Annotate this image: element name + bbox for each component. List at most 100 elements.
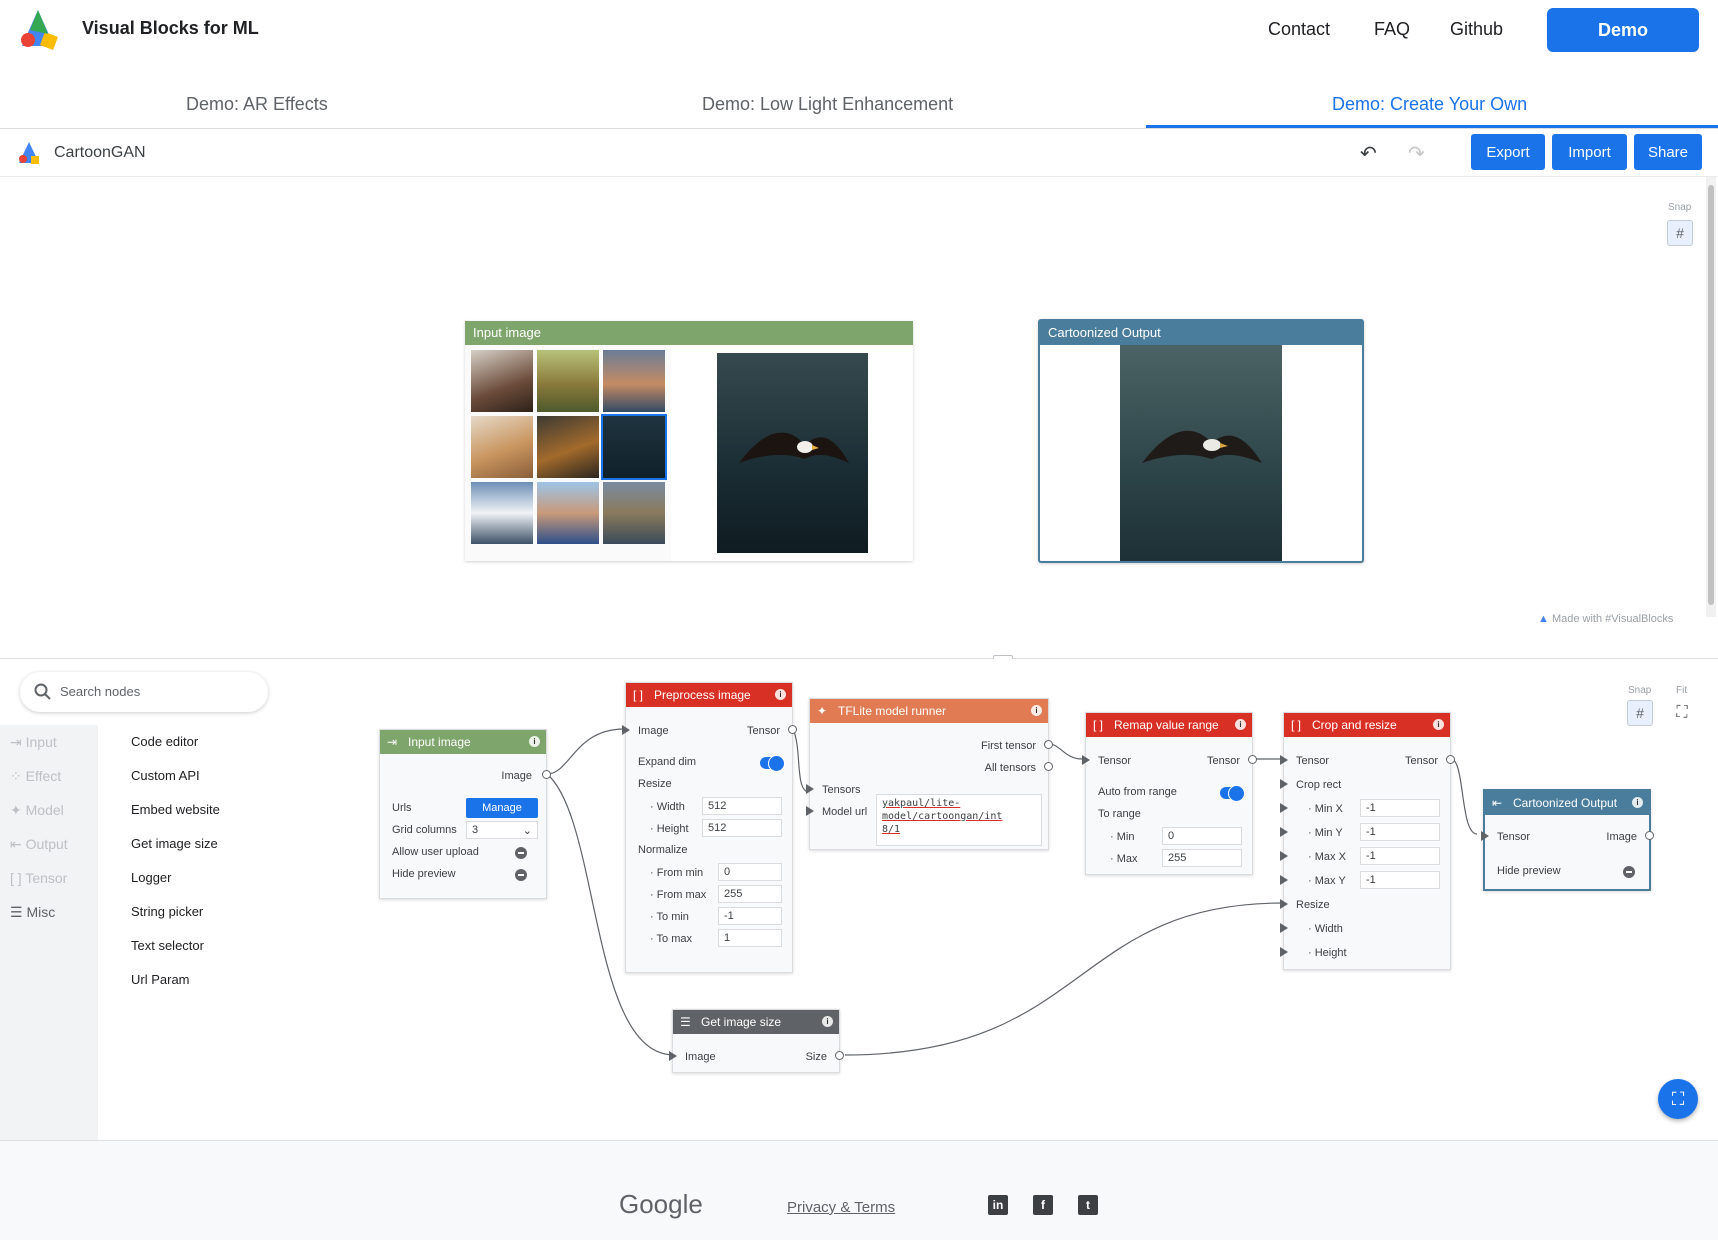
hide-preview-toggle[interactable] (1623, 866, 1635, 878)
thumb-cliffs[interactable] (603, 350, 665, 412)
auto-from-range-toggle[interactable] (1220, 785, 1245, 802)
input-port-resize[interactable] (1280, 899, 1288, 909)
input-port-width[interactable] (1280, 923, 1288, 933)
redo-icon[interactable]: ↷ (1408, 141, 1425, 166)
node-custom-api[interactable]: Custom API (131, 768, 200, 783)
category-tensor[interactable]: [ ] Tensor (10, 870, 67, 886)
input-port-model-url[interactable] (806, 806, 814, 816)
input-port-min-y[interactable] (1280, 827, 1288, 837)
preprocess-image-node[interactable]: [ ] Preprocess image i Image Tensor Expand… (622, 682, 797, 973)
input-port-tensor[interactable] (1481, 831, 1489, 841)
tab-create-your-own[interactable]: Demo: Create Your Own (1332, 94, 1527, 115)
input-port-max-y[interactable] (1280, 875, 1288, 885)
remap-value-range-node[interactable]: [ ] Remap value range i Tensor Tensor Auto… (1082, 712, 1257, 875)
category-input[interactable]: ⇥ Input (10, 734, 57, 751)
info-icon[interactable]: i (1031, 705, 1042, 716)
max-y-input[interactable]: -1 (1360, 871, 1440, 889)
get-image-size-node[interactable]: ☰ Get image size i Image Size (669, 1009, 844, 1073)
output-port-tensor[interactable] (1446, 755, 1455, 764)
output-port-tensor[interactable] (1248, 755, 1257, 764)
thumb-woman[interactable] (471, 350, 533, 412)
input-port-crop-rect[interactable] (1280, 779, 1288, 789)
output-port-tensor[interactable] (788, 725, 797, 734)
share-button[interactable]: Share (1634, 134, 1702, 170)
input-port-tensor[interactable] (1082, 755, 1090, 765)
max-x-input[interactable]: -1 (1360, 847, 1440, 865)
thumb-giraffe[interactable] (537, 350, 599, 412)
nav-github[interactable]: Github (1450, 19, 1503, 40)
output-port-all-tensors[interactable] (1044, 762, 1053, 771)
min-input[interactable]: 0 (1162, 827, 1242, 845)
input-port-tensors[interactable] (806, 784, 814, 794)
allow-upload-toggle[interactable] (515, 847, 527, 859)
demo-button[interactable]: Demo (1547, 8, 1699, 52)
info-icon[interactable]: i (822, 1016, 833, 1027)
width-input[interactable]: 512 (702, 797, 782, 815)
category-effect[interactable]: ⁘ Effect (10, 768, 61, 785)
category-model[interactable]: ✦ Model (10, 802, 64, 819)
search-nodes-field[interactable]: Search nodes (20, 672, 268, 712)
thumb-man[interactable] (537, 482, 599, 544)
twitter-icon[interactable]: t (1078, 1195, 1098, 1215)
input-port-tensor[interactable] (1280, 755, 1288, 765)
info-icon[interactable]: i (1235, 719, 1246, 730)
grid-columns-select[interactable]: 3 ⌄ (466, 821, 538, 839)
info-icon[interactable]: i (1632, 797, 1643, 808)
thumb-hiker[interactable] (603, 482, 665, 544)
node-url-param[interactable]: Url Param (131, 972, 190, 987)
max-input[interactable]: 255 (1162, 849, 1242, 867)
thumb-tiger[interactable] (537, 416, 599, 478)
category-misc[interactable]: ☰ Misc (10, 904, 55, 921)
privacy-terms-link[interactable]: Privacy & Terms (787, 1199, 895, 1216)
node-logger[interactable]: Logger (131, 870, 171, 885)
fullscreen-icon[interactable]: ⛶ (1658, 1079, 1698, 1119)
to-min-input[interactable]: -1 (718, 907, 782, 925)
input-image-node[interactable]: ⇥ Input image i Image Urls Manage Grid col… (379, 729, 551, 899)
cartoonized-output-node[interactable]: ⇤ Cartoonized Output i Tensor Image Hide p… (1481, 789, 1654, 891)
min-x-input[interactable]: -1 (1360, 799, 1440, 817)
from-max-input[interactable]: 255 (718, 885, 782, 903)
graph-snap-grid-icon[interactable]: # (1627, 700, 1653, 726)
to-max-input[interactable]: 1 (718, 929, 782, 947)
node-string-picker[interactable]: String picker (131, 904, 203, 919)
project-name[interactable]: CartoonGAN (54, 144, 146, 162)
thumb-eagle-selected[interactable] (601, 414, 667, 480)
tflite-model-runner-node[interactable]: ✦ TFLite model runner i First tensor All t… (806, 698, 1053, 850)
node-code-editor[interactable]: Code editor (131, 734, 198, 749)
tab-low-light[interactable]: Demo: Low Light Enhancement (702, 94, 953, 115)
preview-scrollbar[interactable] (1706, 177, 1716, 617)
google-logo[interactable]: Google (619, 1189, 703, 1220)
input-port-image[interactable] (669, 1051, 677, 1061)
from-min-input[interactable]: 0 (718, 863, 782, 881)
model-url-textarea[interactable]: yakpaul/lite- model/cartoongan/int 8/1 (876, 794, 1042, 846)
info-icon[interactable]: i (775, 689, 786, 700)
linkedin-icon[interactable]: in (988, 1195, 1008, 1215)
node-embed-website[interactable]: Embed website (131, 802, 220, 817)
input-port-min-x[interactable] (1280, 803, 1288, 813)
hide-preview-toggle[interactable] (515, 869, 527, 881)
import-button[interactable]: Import (1552, 134, 1627, 170)
snap-grid-icon[interactable]: # (1667, 220, 1693, 246)
output-port-first-tensor[interactable] (1044, 740, 1053, 749)
thumb-dogs[interactable] (471, 416, 533, 478)
fit-view-icon[interactable]: ⛶ (1669, 700, 1695, 726)
facebook-icon[interactable]: f (1033, 1195, 1053, 1215)
tab-ar-effects[interactable]: Demo: AR Effects (186, 94, 328, 115)
nav-faq[interactable]: FAQ (1374, 19, 1410, 40)
category-output[interactable]: ⇤ Output (10, 836, 68, 853)
output-port-image[interactable] (1645, 831, 1654, 840)
node-get-image-size[interactable]: Get image size (131, 836, 218, 851)
nav-contact[interactable]: Contact (1268, 19, 1330, 40)
node-graph-canvas[interactable]: ⇥ Input image i Image Urls Manage Grid col… (290, 659, 1718, 1139)
manage-button[interactable]: Manage (466, 798, 538, 818)
node-text-selector[interactable]: Text selector (131, 938, 204, 953)
crop-and-resize-node[interactable]: [ ] Crop and resize i Tensor Tensor Crop r… (1280, 712, 1455, 970)
info-icon[interactable]: i (529, 736, 540, 747)
undo-icon[interactable]: ↶ (1360, 141, 1377, 166)
thumb-mountains[interactable] (471, 482, 533, 544)
input-port-image[interactable] (622, 725, 630, 735)
output-port-size[interactable] (835, 1051, 844, 1060)
export-button[interactable]: Export (1471, 134, 1545, 170)
height-input[interactable]: 512 (702, 819, 782, 837)
input-port-max-x[interactable] (1280, 851, 1288, 861)
